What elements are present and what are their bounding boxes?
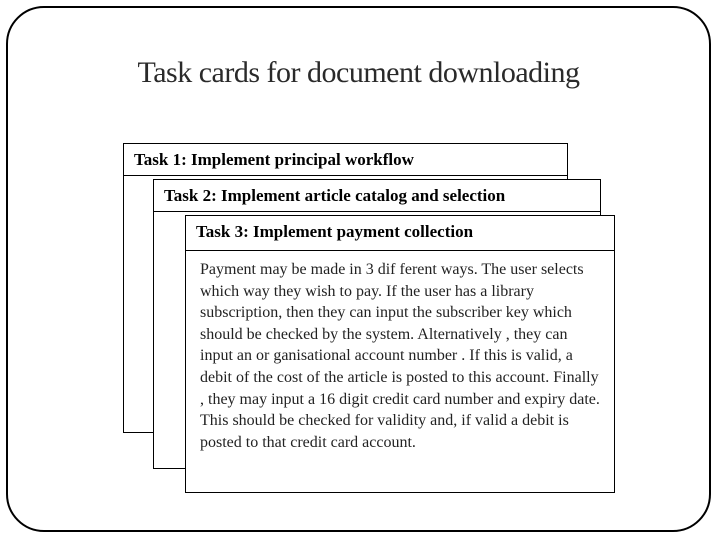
task-card-1-heading: Task 1: Implement principal workflow	[124, 144, 567, 176]
task-card-3: Task 3: Implement payment collection Pay…	[185, 215, 615, 493]
task-card-3-body: Payment may be made in 3 dif ferent ways…	[186, 251, 614, 463]
slide-frame: Task cards for document downloading Task…	[6, 6, 711, 532]
task-cards-stack: Task 1: Implement principal workflow Tas…	[123, 143, 613, 483]
slide-title: Task cards for document downloading	[8, 56, 709, 90]
task-card-2-heading: Task 2: Implement article catalog and se…	[154, 180, 600, 212]
task-card-3-heading: Task 3: Implement payment collection	[186, 216, 614, 244]
